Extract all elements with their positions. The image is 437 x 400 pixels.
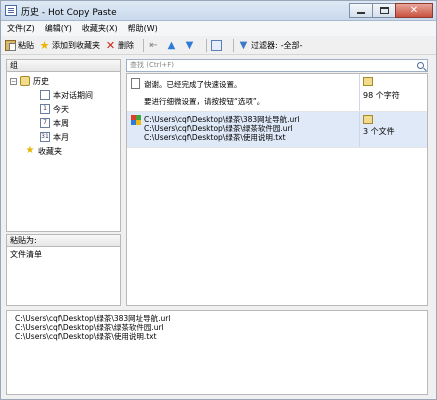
tree-item-label: 收藏夹 xyxy=(38,146,62,156)
clip-list: 谢谢。已经完成了快速设置。 要进行细微设置，请按按钮“选项”。 98 个字符 C… xyxy=(126,73,428,306)
preview-line: C:\Users\cqf\Desktop\绿茶\383网址导航.url xyxy=(15,314,171,323)
collapse-icon[interactable]: − xyxy=(10,77,17,85)
tree-item-this-month[interactable]: 31 本月 xyxy=(40,131,69,143)
minimize-button[interactable] xyxy=(349,3,373,18)
move-up-button[interactable]: ▲ xyxy=(166,40,179,51)
tree-item-label: 本周 xyxy=(53,118,69,128)
menu-edit[interactable]: 编辑(Y) xyxy=(45,23,72,34)
paste-as-list: 文件清单 xyxy=(6,247,121,306)
clipboard-icon xyxy=(5,39,16,51)
move-down-button[interactable]: ▼ xyxy=(184,40,197,51)
close-icon: ✕ xyxy=(409,4,419,16)
paste-label: 粘贴 xyxy=(18,40,34,50)
close-button[interactable]: ✕ xyxy=(395,3,433,18)
view-button[interactable] xyxy=(211,39,224,51)
tree-item-label: 历史 xyxy=(33,76,49,86)
filter-control[interactable]: ▼ 过滤器: -全部- xyxy=(238,39,303,51)
page-view-icon xyxy=(211,39,222,51)
add-favorite-label: 添加到收藏夹 xyxy=(52,40,100,50)
list-item[interactable]: 谢谢。已经完成了快速设置。 要进行细微设置，请按按钮“选项”。 98 个字符 xyxy=(127,74,427,112)
title-bar[interactable]: 历史 - Hot Copy Paste ✕ xyxy=(1,1,436,21)
tree-item-label: 本对话期间 xyxy=(53,90,93,100)
delete-button[interactable]: ✕ 删除 xyxy=(105,40,134,51)
tree-item-this-week[interactable]: 7 本周 xyxy=(40,117,69,129)
list-item-summary: 3 个文件 xyxy=(360,112,427,147)
menu-file[interactable]: 文件(Z) xyxy=(7,23,35,34)
delete-label: 删除 xyxy=(118,40,134,50)
toolbar-separator xyxy=(206,38,207,52)
calendar-icon: 1 xyxy=(40,104,50,114)
file-count: 3 个文件 xyxy=(363,127,395,136)
list-item-line: 谢谢。已经完成了快速设置。 xyxy=(144,80,242,89)
list-item-line: 要进行细微设置，请按按钮“选项”。 xyxy=(144,97,265,106)
tree-item-today[interactable]: 1 今天 xyxy=(40,103,69,115)
list-item-content: C:\Users\cqf\Desktop\绿茶\383网址导航.url C:\U… xyxy=(127,112,360,147)
calendar-icon: 7 xyxy=(40,118,50,128)
filter-funnel-icon: ▼ xyxy=(239,39,248,51)
star-icon: ★ xyxy=(25,145,35,156)
tree-item-session[interactable]: 本对话期间 xyxy=(40,89,93,101)
menu-help[interactable]: 帮助(W) xyxy=(128,23,158,34)
star-add-icon: ★ xyxy=(39,38,50,52)
toolbar-separator xyxy=(143,38,144,52)
search-icon[interactable] xyxy=(417,62,424,69)
paste-button[interactable]: 粘贴 xyxy=(5,39,34,51)
toolbar: 粘贴 ★ 添加到收藏夹 ✕ 删除 ⇤ ▲ ▼ ▼ 过滤器: -全部- xyxy=(1,36,436,55)
list-item-line: C:\Users\cqf\Desktop\绿茶\使用说明.txt xyxy=(144,133,286,142)
search-input[interactable]: 查找 (Ctrl+F) xyxy=(126,59,428,72)
list-item-summary: 98 个字符 xyxy=(360,74,427,111)
down-arrow-icon: ▼ xyxy=(185,39,194,51)
menu-favorites[interactable]: 收藏夹(X) xyxy=(82,23,118,34)
history-folder-icon xyxy=(20,76,30,86)
paste-as-header: 粘贴为: xyxy=(6,234,121,247)
maximize-icon xyxy=(379,7,389,14)
filter-label: 过滤器: xyxy=(251,40,278,50)
tree-item-label: 本月 xyxy=(53,132,69,142)
tree-item-label: 今天 xyxy=(53,104,69,114)
preview-line: C:\Users\cqf\Desktop\绿茶\绿茶软件园.url xyxy=(15,323,164,332)
move-first-button[interactable]: ⇤ xyxy=(148,40,161,51)
filter-value: -全部- xyxy=(280,40,303,50)
list-item-content: 谢谢。已经完成了快速设置。 要进行细微设置，请按按钮“选项”。 xyxy=(127,74,360,111)
app-window: 历史 - Hot Copy Paste ✕ 文件(Z) 编辑(Y) 收藏夹(X)… xyxy=(0,0,437,400)
minimize-icon xyxy=(357,12,365,14)
maximize-button[interactable] xyxy=(372,3,396,18)
group-tree: − 历史 本对话期间 1 今天 7 本周 31 本月 ★ 收藏夹 xyxy=(6,72,121,232)
search-placeholder: 查找 (Ctrl+F) xyxy=(130,61,175,69)
toolbar-separator xyxy=(233,38,234,52)
text-clip-icon xyxy=(363,77,373,86)
char-count: 98 个字符 xyxy=(363,91,400,100)
calendar-icon xyxy=(40,90,50,100)
window-controls: ✕ xyxy=(349,3,433,18)
tree-item-favorites[interactable]: ★ 收藏夹 xyxy=(25,145,62,157)
windows-file-icon xyxy=(131,115,141,125)
text-note-icon xyxy=(131,78,140,89)
paste-as-option[interactable]: 文件清单 xyxy=(10,249,117,260)
calendar-icon: 31 xyxy=(40,132,50,142)
delete-x-icon: ✕ xyxy=(105,38,116,52)
up-arrow-icon: ▲ xyxy=(167,39,176,51)
list-item[interactable]: C:\Users\cqf\Desktop\绿茶\383网址导航.url C:\U… xyxy=(127,112,427,148)
add-favorite-button[interactable]: ★ 添加到收藏夹 xyxy=(39,40,100,51)
window-title: 历史 - Hot Copy Paste xyxy=(21,8,117,18)
preview-line: C:\Users\cqf\Desktop\绿茶\使用说明.txt xyxy=(15,332,157,341)
history-app-icon xyxy=(5,5,17,16)
tree-item-history[interactable]: − 历史 xyxy=(10,75,49,87)
move-first-icon: ⇤ xyxy=(149,39,158,51)
file-clip-icon xyxy=(363,115,373,124)
group-header: 组 xyxy=(6,59,121,72)
menu-bar: 文件(Z) 编辑(Y) 收藏夹(X) 帮助(W) xyxy=(1,21,436,36)
preview-pane[interactable]: C:\Users\cqf\Desktop\绿茶\383网址导航.url C:\U… xyxy=(6,310,428,395)
